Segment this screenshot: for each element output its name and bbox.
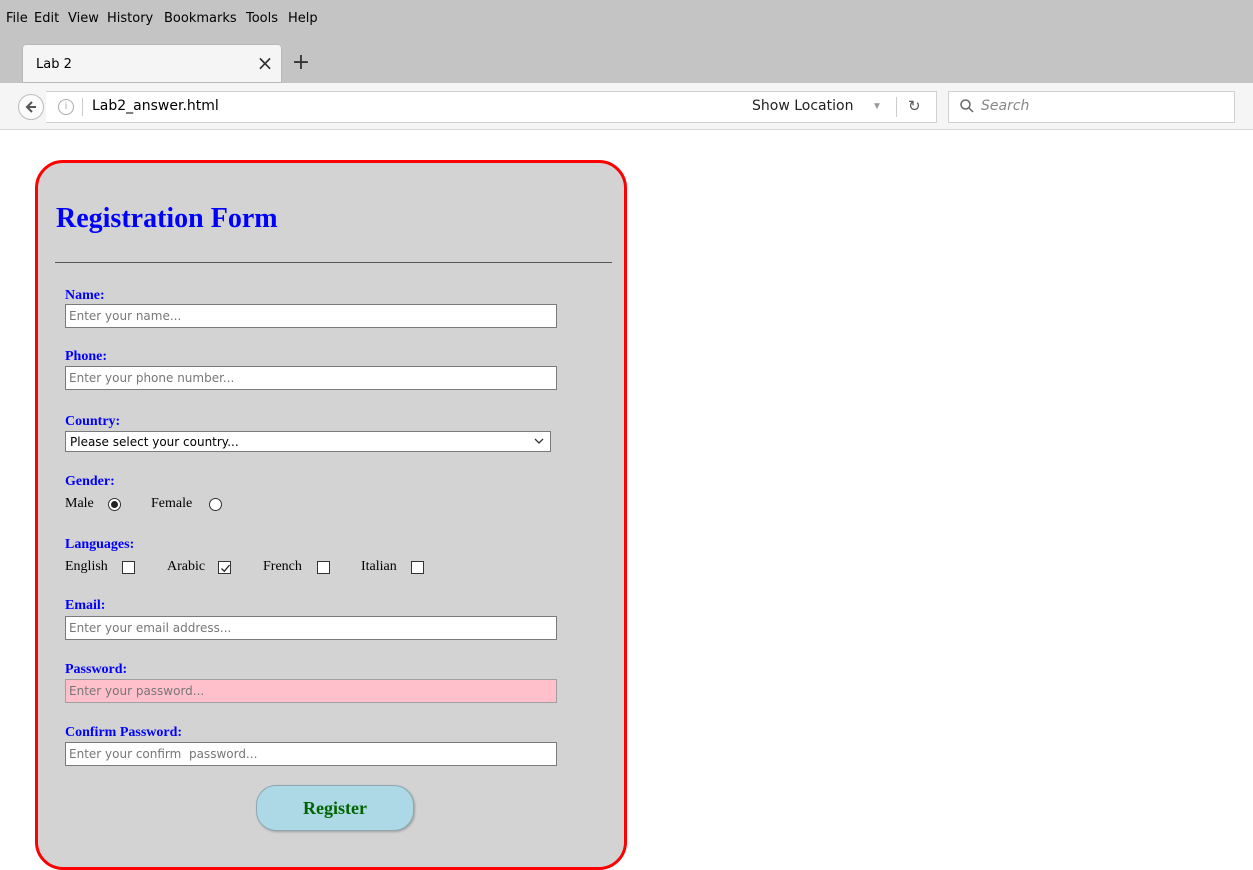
gender-male-radio[interactable] <box>108 498 121 511</box>
register-button[interactable]: Register <box>256 785 414 831</box>
check-icon <box>221 564 231 573</box>
search-input[interactable] <box>981 96 1221 116</box>
phone-input[interactable] <box>65 366 557 390</box>
menu-file[interactable]: File <box>6 11 28 26</box>
reload-icon[interactable]: ↻ <box>908 97 921 115</box>
info-icon[interactable]: i <box>58 99 74 115</box>
name-label: Name: <box>65 288 105 303</box>
navigation-bar: i Lab2_answer.html Show Location ▼ ↻ <box>0 83 1253 130</box>
menu-history[interactable]: History <box>107 11 153 26</box>
url-text[interactable]: Lab2_answer.html <box>92 98 219 114</box>
lang-english-label: English <box>65 559 108 574</box>
menu-edit[interactable]: Edit <box>34 11 59 26</box>
country-selected-value: Please select your country... <box>70 435 239 449</box>
lang-french-label: French <box>263 559 302 574</box>
tab-bar: Lab 2 × + <box>0 40 1253 83</box>
registration-form: Registration Form Name: Phone: Country: … <box>35 160 627 870</box>
lang-italian-label: Italian <box>361 559 397 574</box>
chevron-down-icon <box>534 438 544 444</box>
lang-arabic-checkbox[interactable] <box>218 561 231 574</box>
url-divider <box>82 98 83 116</box>
confirm-password-label: Confirm Password: <box>65 725 183 740</box>
confirm-password-input[interactable] <box>65 742 557 766</box>
gender-female-label: Female <box>151 496 193 511</box>
search-bar[interactable] <box>948 91 1235 123</box>
divider <box>55 262 612 263</box>
new-tab-icon[interactable]: + <box>290 52 312 74</box>
menu-help[interactable]: Help <box>288 11 318 26</box>
gender-male-label: Male <box>65 496 94 511</box>
menu-bookmarks[interactable]: Bookmarks <box>164 11 237 26</box>
gender-female-radio[interactable] <box>209 498 222 511</box>
dropdown-arrow-icon[interactable]: ▼ <box>872 101 882 112</box>
gender-label: Gender: <box>65 474 115 489</box>
name-input[interactable] <box>65 304 557 328</box>
menu-bar: File Edit View History Bookmarks Tools H… <box>0 0 1253 40</box>
lang-english-checkbox[interactable] <box>122 561 135 574</box>
menu-view[interactable]: View <box>68 11 99 26</box>
phone-label: Phone: <box>65 349 107 364</box>
country-select[interactable]: Please select your country... <box>65 431 551 452</box>
tab-lab2[interactable]: Lab 2 × <box>22 44 282 83</box>
country-label: Country: <box>65 414 121 429</box>
show-location-label[interactable]: Show Location <box>752 98 853 114</box>
url-divider-2 <box>896 97 897 117</box>
lang-arabic-label: Arabic <box>167 559 206 574</box>
email-label: Email: <box>65 598 106 613</box>
languages-label: Languages: <box>65 537 135 552</box>
menu-tools[interactable]: Tools <box>246 11 278 26</box>
lang-french-checkbox[interactable] <box>317 561 330 574</box>
form-title: Registration Form <box>56 203 278 234</box>
close-icon[interactable]: × <box>254 52 276 74</box>
tab-title: Lab 2 <box>36 57 72 72</box>
password-input[interactable] <box>65 679 557 703</box>
password-label: Password: <box>65 662 128 677</box>
search-icon <box>960 99 974 113</box>
lang-italian-checkbox[interactable] <box>411 561 424 574</box>
back-arrow-icon <box>25 101 36 113</box>
back-button[interactable] <box>18 94 44 120</box>
email-input[interactable] <box>65 616 557 640</box>
url-bar[interactable]: i Lab2_answer.html Show Location ▼ ↻ <box>46 91 937 123</box>
